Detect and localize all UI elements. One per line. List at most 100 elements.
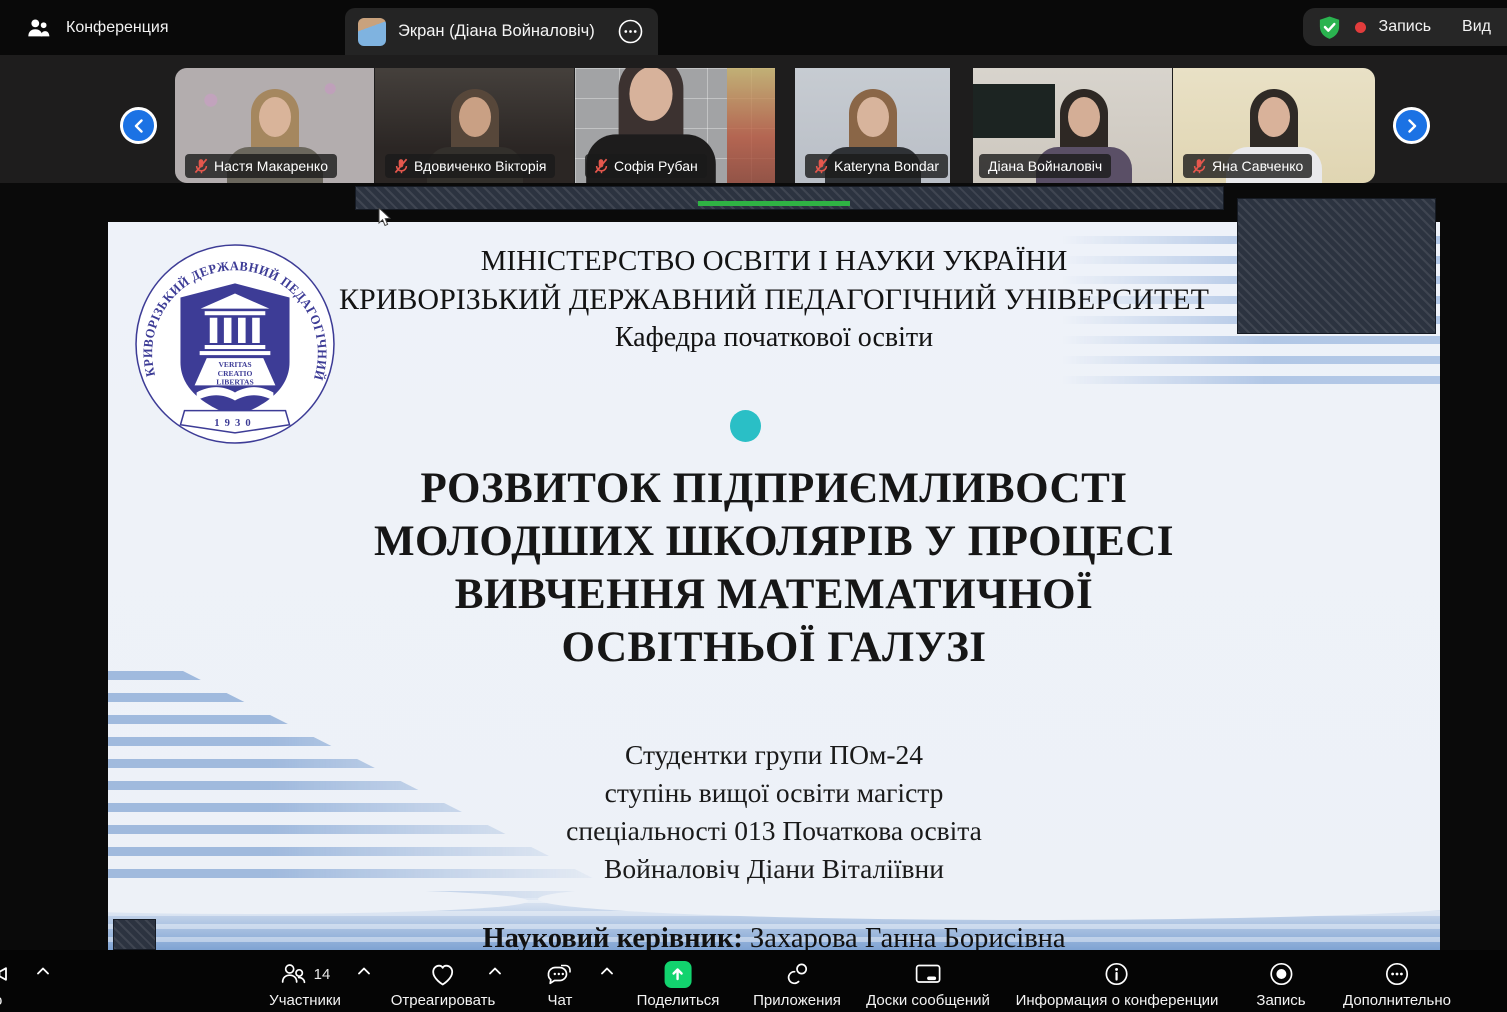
slide-author-line: спеціальності 013 Початкова освіта <box>108 812 1440 850</box>
mic-off-icon <box>394 158 408 174</box>
redacted-notification-bar <box>355 186 1224 210</box>
toolbar-label: Доски сообщений <box>866 993 990 1009</box>
supervisor-name: Захарова Ганна Борисівна <box>743 923 1066 950</box>
participant-nametag: Софія Рубан <box>585 154 707 178</box>
participant-nametag: Діана Войналовіч <box>979 154 1111 178</box>
participant-nametag: Настя Макаренко <box>185 154 337 178</box>
toolbar-label: Отреагировать <box>391 993 496 1009</box>
participants-count-badge: 14 <box>314 966 331 983</box>
chevron-up-icon[interactable] <box>489 967 501 975</box>
toolbar-label: Запись <box>1256 993 1305 1009</box>
heart-icon <box>429 961 457 988</box>
slide-title: РОЗВИТОК ПІДПРИЄМЛИВОСТІ МОЛОДШИХ ШКОЛЯР… <box>108 462 1440 674</box>
conference-label: Конференция <box>66 19 169 37</box>
slide-supervisor-line: Науковий керівник: Захарова Ганна Борисі… <box>108 923 1440 950</box>
mic-off-icon <box>814 158 828 174</box>
screen-tab-label: Экран (Діана Войналовіч) <box>398 22 595 41</box>
toolbar-label: Поделиться <box>637 993 720 1009</box>
slide-author-line: Студентки групи ПОм-24 <box>108 736 1440 774</box>
participant-nametag: Kateryna Bondar <box>805 154 948 178</box>
chevron-up-icon[interactable] <box>37 967 49 975</box>
toolbar-record[interactable]: Запись <box>1256 959 1305 1009</box>
people-icon <box>26 16 52 40</box>
apps-icon <box>783 961 811 988</box>
slide-title-line: ОСВІТНЬОЇ ГАЛУЗІ <box>108 621 1440 674</box>
participant-tile[interactable]: Настя Макаренко <box>175 68 374 183</box>
slide-author-block: Студентки групи ПОм-24 ступінь вищої осв… <box>108 736 1440 888</box>
whiteboard-icon <box>913 961 943 987</box>
toolbar-boards[interactable]: Доски сообщений <box>866 959 990 1009</box>
video-camera-icon <box>0 961 8 987</box>
participant-tile[interactable]: Вдовиченко Вікторія <box>375 68 574 183</box>
participant-name: Діана Войналовіч <box>988 158 1102 174</box>
slide-title-line: ВИВЧЕННЯ МАТЕМАТИЧНОЇ <box>108 568 1440 621</box>
participant-tile[interactable]: Діана Войналовіч <box>973 68 1172 183</box>
toolbar-chat[interactable]: Чат <box>546 959 574 1009</box>
progress-indicator <box>698 201 850 206</box>
participant-name: Вдовиченко Вікторія <box>414 158 546 174</box>
toolbar-label: Дополнительно <box>1343 993 1451 1009</box>
toolbar-react[interactable]: Отреагировать <box>391 959 496 1009</box>
toolbar-label: Участники <box>269 993 341 1009</box>
view-button[interactable]: Вид <box>1462 18 1491 36</box>
mic-off-icon <box>194 158 208 174</box>
participant-name: Kateryna Bondar <box>834 158 939 174</box>
participant-tile[interactable]: Kateryna Bondar <box>795 68 950 183</box>
tab-options-ellipsis-icon[interactable] <box>617 18 644 45</box>
toolbar-meeting-info[interactable]: Информация о конференции <box>1016 959 1219 1009</box>
logo-year: 1930 <box>214 418 255 429</box>
chevron-left-icon <box>132 118 146 134</box>
participant-name: Настя Макаренко <box>214 158 328 174</box>
security-shield-icon[interactable] <box>1317 15 1342 40</box>
participant-nametag: Вдовиченко Вікторія <box>385 154 555 178</box>
record-icon <box>1267 960 1295 988</box>
toolbar-apps[interactable]: Приложения <box>753 959 841 1009</box>
participant-name: Софія Рубан <box>614 158 698 174</box>
meeting-toolbar: ео 14 Участники <box>0 950 1507 1012</box>
chevron-up-icon[interactable] <box>358 967 370 975</box>
redacted-overlay-small <box>113 919 156 950</box>
recording-dot <box>1355 22 1366 33</box>
video-strip: Настя Макаренко Вдовиченко Вікторія <box>0 55 1507 183</box>
screen-share-tab[interactable]: Экран (Діана Войналовіч) <box>345 8 658 55</box>
app-window: Конференция Экран (Діана Войналовіч) Зап… <box>0 0 1507 1012</box>
info-icon <box>1103 960 1131 988</box>
share-screen-icon <box>665 961 692 988</box>
toolbar-participants[interactable]: 14 Участники <box>269 959 341 1009</box>
shared-screen-stage: КРИВОРІЗЬКИЙ ДЕРЖАВНИЙ ПЕДАГОГІЧНИЙ УНІВ… <box>0 183 1507 950</box>
meeting-status-pill: Запись Вид <box>1303 8 1507 46</box>
mouse-cursor <box>378 208 392 228</box>
strip-next-button[interactable] <box>1393 107 1430 144</box>
participant-nametag: Яна Савченко <box>1183 154 1312 178</box>
supervisor-label: Науковий керівник: <box>482 923 742 950</box>
background-poster <box>727 68 775 183</box>
recording-indicator[interactable]: Запись <box>1379 18 1432 36</box>
chevron-up-icon[interactable] <box>601 967 613 975</box>
chat-icon <box>546 961 574 988</box>
participant-tile[interactable]: Софія Рубан <box>575 68 775 183</box>
toolbar-more[interactable]: Дополнительно <box>1343 959 1451 1009</box>
tab-avatar <box>358 18 386 46</box>
toolbar-label: Информация о конференции <box>1016 993 1219 1009</box>
chevron-right-icon <box>1405 118 1419 134</box>
participants-icon <box>280 960 308 988</box>
toolbar-label: Чат <box>548 993 573 1009</box>
conference-home[interactable]: Конференция <box>26 0 169 55</box>
participant-name: Яна Савченко <box>1212 158 1303 174</box>
slide-author-line: ступінь вищої освіти магістр <box>108 774 1440 812</box>
mic-off-icon <box>1192 158 1206 174</box>
floating-video-overlay-redacted[interactable] <box>1237 198 1436 334</box>
toolbar-label: Приложения <box>753 993 841 1009</box>
slide-title-line: РОЗВИТОК ПІДПРИЄМЛИВОСТІ <box>108 462 1440 515</box>
slide-accent-dot <box>730 410 761 442</box>
toolbar-label: ео <box>0 993 2 1009</box>
strip-prev-button[interactable] <box>120 107 157 144</box>
slide-author-line: Войналовіч Діани Віталіївни <box>108 850 1440 888</box>
more-ellipsis-icon <box>1383 960 1411 988</box>
top-bar: Конференция Экран (Діана Войналовіч) Зап… <box>0 0 1507 55</box>
toolbar-video[interactable]: ео <box>0 959 8 1009</box>
participant-tile[interactable]: Яна Савченко <box>1173 68 1375 183</box>
slide-title-line: МОЛОДШИХ ШКОЛЯРІВ У ПРОЦЕСІ <box>108 515 1440 568</box>
logo-motto-line: LIBERTAS <box>216 377 253 386</box>
toolbar-share[interactable]: Поделиться <box>637 959 720 1009</box>
